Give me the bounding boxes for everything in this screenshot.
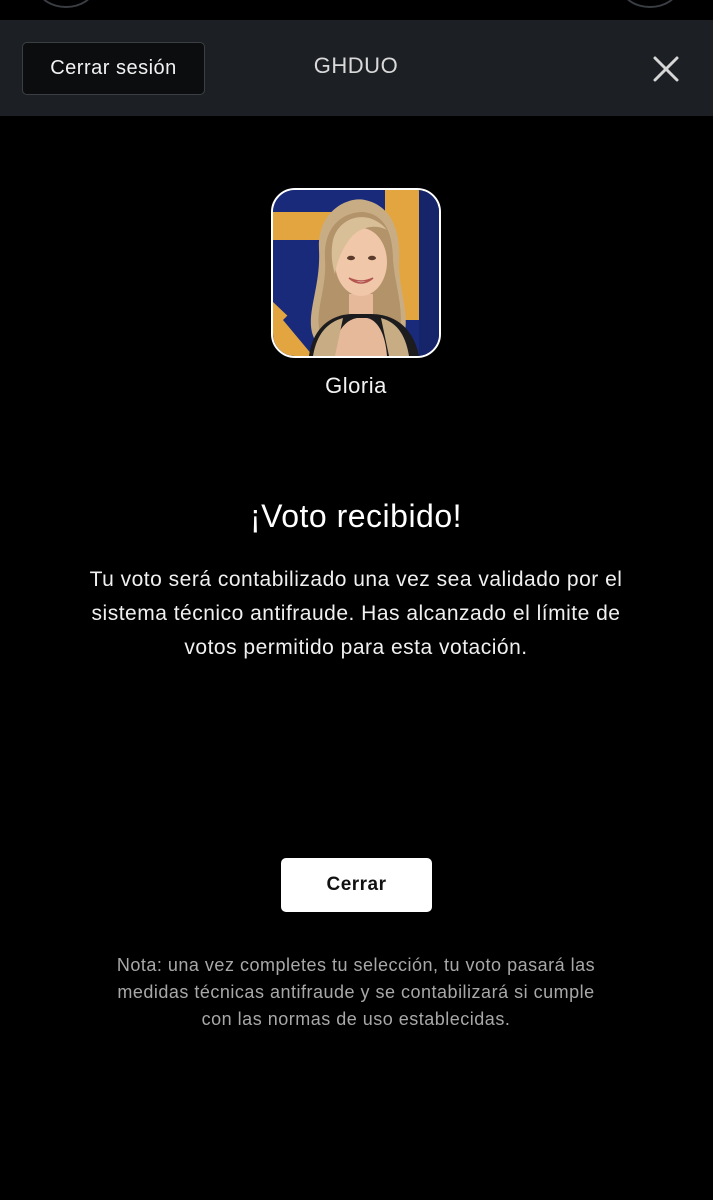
status-strip <box>0 0 713 20</box>
close-icon[interactable] <box>650 53 682 85</box>
header-bar: Cerrar sesión GHDUO <box>0 20 713 116</box>
disclaimer-note: Nota: una vez completes tu selección, tu… <box>116 955 596 1029</box>
contestant-name: Gloria <box>325 373 387 398</box>
contestant-avatar <box>271 188 441 358</box>
close-button[interactable]: Cerrar <box>281 858 432 912</box>
top-left-control <box>38 0 94 8</box>
confirmation-title: ¡Voto recibido! <box>249 498 463 534</box>
confirmation-message: Tu voto será contabilizado una vez sea v… <box>89 568 623 659</box>
logout-button[interactable]: Cerrar sesión <box>22 42 205 95</box>
header-title: GHDUO <box>313 53 399 78</box>
top-right-control <box>622 0 678 8</box>
